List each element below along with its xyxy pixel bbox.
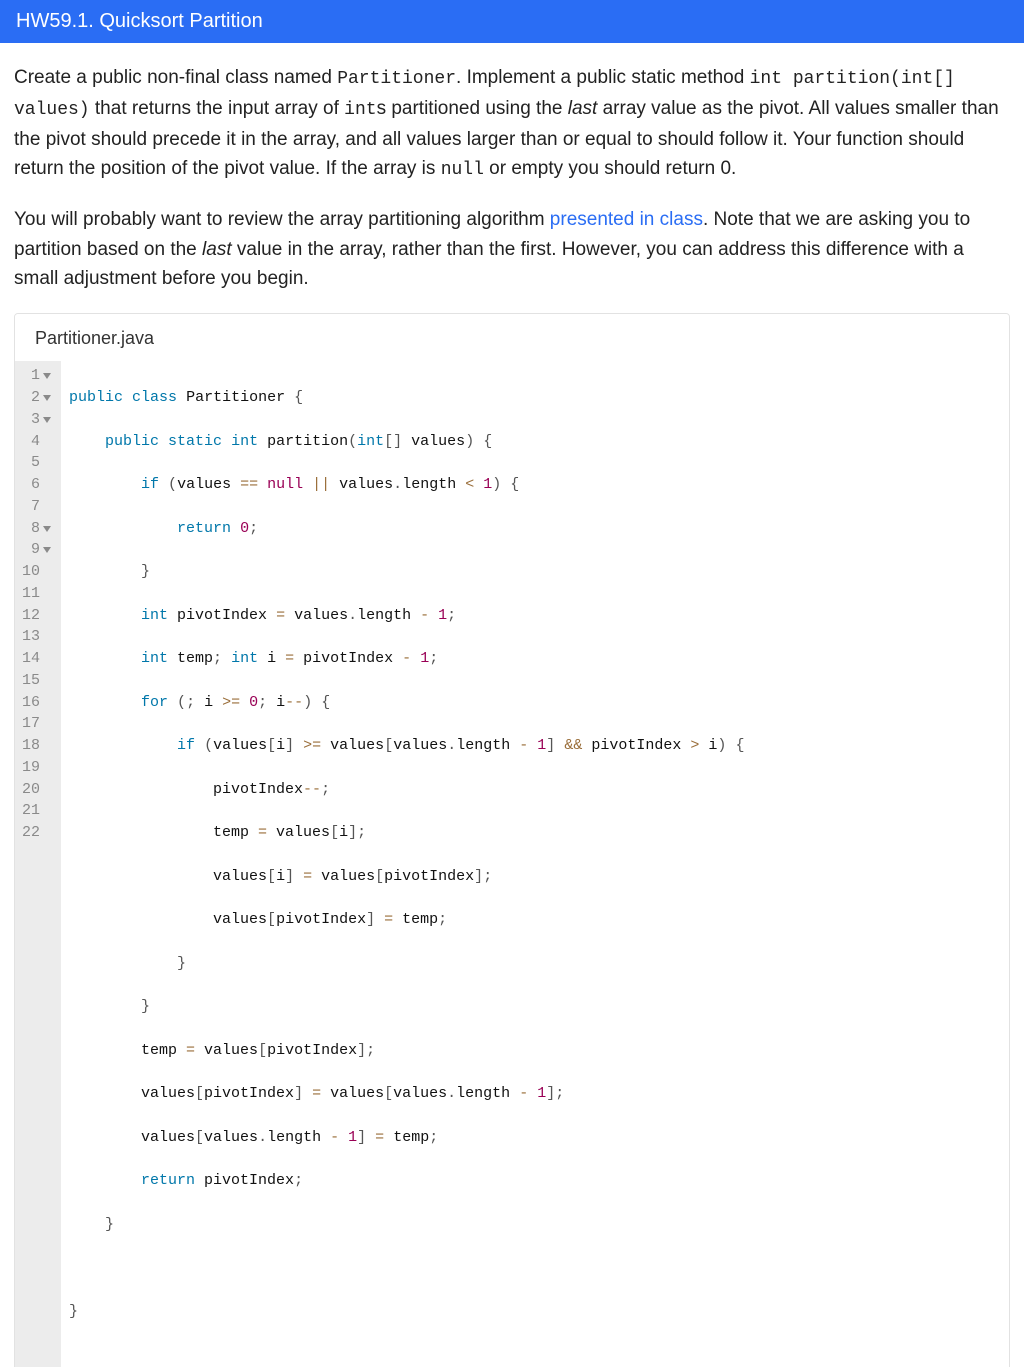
emphasis: last [568, 98, 598, 119]
code-line: values[pivotIndex] = temp; [69, 909, 744, 931]
code-line: } [69, 996, 744, 1018]
code-line: int temp; int i = pivotIndex - 1; [69, 648, 744, 670]
fold-icon[interactable] [43, 395, 51, 401]
fold-icon[interactable] [43, 373, 51, 379]
editor-filename-tab[interactable]: Partitioner.java [15, 314, 1009, 361]
code-text[interactable]: public class Partitioner { public static… [61, 361, 744, 1367]
problem-statement: Create a public non-final class named Pa… [14, 63, 1010, 293]
paragraph-2: You will probably want to review the arr… [14, 205, 1010, 293]
page-title: HW59.1. Quicksort Partition [16, 10, 263, 32]
code-line: public class Partitioner { [69, 387, 744, 409]
code-line: } [69, 561, 744, 583]
code-line: values[values.length - 1] = temp; [69, 1127, 744, 1149]
code-editor: Partitioner.java 1 2 3 4 5 6 7 8 9 10 11… [14, 313, 1010, 1367]
emphasis: last [202, 239, 232, 260]
code-line: return pivotIndex; [69, 1170, 744, 1192]
line-number-gutter: 1 2 3 4 5 6 7 8 9 10 11 12 13 14 15 16 1… [15, 361, 61, 1367]
code-line: } [69, 953, 744, 975]
code-line: return 0; [69, 518, 744, 540]
page-header: HW59.1. Quicksort Partition [0, 0, 1024, 43]
code-line: if (values[i] >= values[values.length - … [69, 735, 744, 757]
code-line: for (; i >= 0; i--) { [69, 692, 744, 714]
code-line: public static int partition(int[] values… [69, 431, 744, 453]
code-line [69, 1257, 744, 1279]
code-line: } [69, 1301, 744, 1323]
code-line: pivotIndex--; [69, 779, 744, 801]
paragraph-1: Create a public non-final class named Pa… [14, 63, 1010, 185]
code-line: temp = values[pivotIndex]; [69, 1040, 744, 1062]
code-line: temp = values[i]; [69, 822, 744, 844]
code-line: if (values == null || values.length < 1)… [69, 474, 744, 496]
fold-icon[interactable] [43, 547, 51, 553]
code-line: values[pivotIndex] = values[values.lengt… [69, 1083, 744, 1105]
inline-code: int [344, 100, 376, 120]
problem-content: Create a public non-final class named Pa… [0, 43, 1024, 1367]
fold-icon[interactable] [43, 417, 51, 423]
inline-code: Partitioner [337, 69, 456, 89]
fold-icon[interactable] [43, 526, 51, 532]
presented-in-class-link[interactable]: presented in class [550, 209, 703, 230]
code-area[interactable]: 1 2 3 4 5 6 7 8 9 10 11 12 13 14 15 16 1… [15, 361, 1009, 1367]
code-line: } [69, 1214, 744, 1236]
inline-code: null [441, 160, 484, 180]
code-line: int pivotIndex = values.length - 1; [69, 605, 744, 627]
